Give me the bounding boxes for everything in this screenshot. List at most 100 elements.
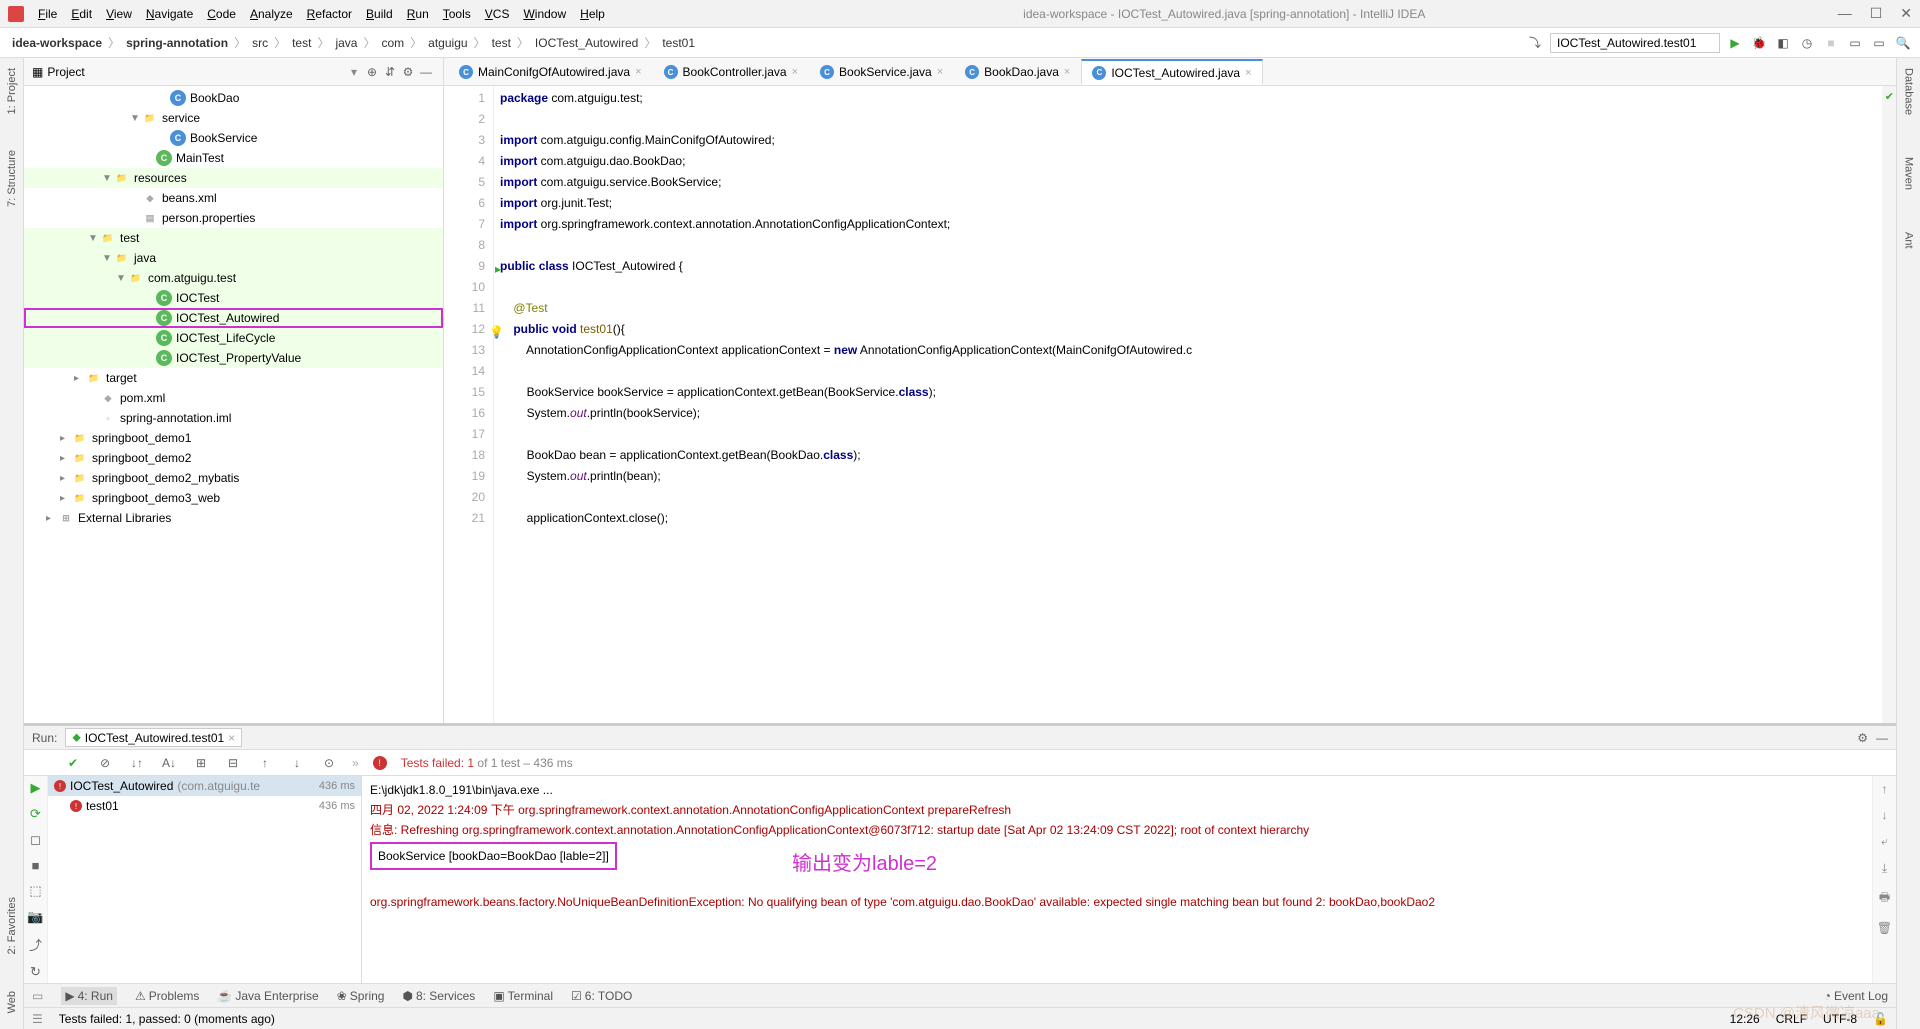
project-title[interactable]: Project (47, 65, 351, 79)
stop-icon[interactable]: ■ (1822, 34, 1840, 52)
tree-item[interactable]: ▼📁java (24, 248, 443, 268)
tool-project[interactable]: 1: Project (4, 62, 20, 120)
tree-item[interactable]: ▼📁com.atguigu.test (24, 268, 443, 288)
breadcrumb-item[interactable]: IOCTest_Autowired (531, 34, 642, 52)
show-ignored-icon[interactable]: ⊘ (96, 756, 114, 770)
toolwin-run[interactable]: ▶ 4: Run (61, 987, 117, 1005)
menu-file[interactable]: File (32, 5, 63, 23)
dump-icon[interactable]: ⬚ (29, 883, 41, 899)
editor-marker-bar[interactable]: ✔ (1882, 86, 1896, 723)
run-icon[interactable]: ▶ (1726, 34, 1744, 52)
rerun-failed-icon[interactable]: ⟳ (30, 806, 41, 822)
test-tree-row[interactable]: !IOCTest_Autowired (com.atguigu.te436 ms (48, 776, 361, 796)
tree-item[interactable]: CIOCTest (24, 288, 443, 308)
tool-structure[interactable]: 7: Structure (4, 144, 20, 213)
menu-view[interactable]: View (100, 5, 138, 23)
menu-edit[interactable]: Edit (65, 5, 98, 23)
tool-favorites[interactable]: 2: Favorites (4, 891, 20, 960)
tree-item[interactable]: CIOCTest_Autowired (24, 308, 443, 328)
tree-item[interactable]: ▸📁springboot_demo2_mybatis (24, 468, 443, 488)
file-encoding[interactable]: UTF-8 (1823, 1012, 1857, 1026)
down-stack-icon[interactable]: ↓ (1882, 808, 1888, 822)
tree-item[interactable]: CBookDao (24, 88, 443, 108)
tree-item[interactable]: ▸⊞External Libraries (24, 508, 443, 528)
minimize-icon[interactable]: — (1838, 5, 1852, 22)
debug-icon[interactable]: 🐞 (1750, 34, 1768, 52)
tree-item[interactable]: CIOCTest_PropertyValue (24, 348, 443, 368)
menu-refactor[interactable]: Refactor (301, 5, 358, 23)
menu-tools[interactable]: Tools (437, 5, 477, 23)
menu-window[interactable]: Window (517, 5, 572, 23)
editor-body[interactable]: 123456789▸101112💡131415161718192021 pack… (444, 86, 1896, 723)
menu-run[interactable]: Run (401, 5, 435, 23)
maximize-icon[interactable]: ☐ (1870, 5, 1883, 22)
tree-item[interactable]: ▫spring-annotation.iml (24, 408, 443, 428)
toolwin-terminal[interactable]: ▣ Terminal (493, 989, 553, 1003)
profile-icon[interactable]: ◷ (1798, 34, 1816, 52)
toolwin-javaee[interactable]: ☕ Java Enterprise (217, 989, 318, 1003)
rerun-icon[interactable]: ▶ (31, 780, 41, 796)
toolwin-services[interactable]: ⬢ 8: Services (402, 989, 475, 1003)
menu-vcs[interactable]: VCS (479, 5, 516, 23)
hide-icon[interactable]: — (417, 65, 435, 79)
toggle-auto-icon[interactable]: ◻ (30, 832, 41, 848)
tree-item[interactable]: ▤person.properties (24, 208, 443, 228)
tree-item[interactable]: ▸📁springboot_demo3_web (24, 488, 443, 508)
close-run-tab-icon[interactable]: × (228, 731, 235, 745)
test-tree-row[interactable]: !test01436 ms (48, 796, 361, 816)
tree-item[interactable]: CIOCTest_LifeCycle (24, 328, 443, 348)
tool-web[interactable]: Web (4, 985, 20, 1019)
pin-icon[interactable]: 📷 (27, 909, 43, 925)
soft-wrap-icon[interactable]: ⤶ (1881, 834, 1888, 849)
breadcrumb-item[interactable]: com (377, 34, 408, 52)
editor-tab[interactable]: CIOCTest_Autowired.java× (1081, 59, 1262, 85)
toolwin-problems[interactable]: ⚠ Problems (135, 989, 199, 1003)
scroll-end-icon[interactable]: ⤓ (1882, 861, 1887, 876)
tree-item[interactable]: CBookService (24, 128, 443, 148)
sort-icon[interactable]: ↓↑ (128, 756, 146, 770)
toolwin-eventlog[interactable]: ◔ Event Log (1824, 989, 1888, 1003)
project-view-icon[interactable]: ▦ (32, 65, 43, 79)
tree-item[interactable]: ▸📁target (24, 368, 443, 388)
tree-item[interactable]: ▼📁resources (24, 168, 443, 188)
locate-icon[interactable]: ⊕ (363, 65, 381, 79)
menu-analyze[interactable]: Analyze (244, 5, 299, 23)
close-tab-icon[interactable]: × (792, 66, 798, 78)
breadcrumb-item[interactable]: atguigu (424, 34, 471, 52)
breadcrumb-item[interactable]: test01 (658, 34, 699, 52)
editor-tab[interactable]: CBookController.java× (653, 59, 810, 85)
breadcrumb-item[interactable]: spring-annotation (122, 34, 232, 52)
tree-item[interactable]: ◆beans.xml (24, 188, 443, 208)
line-separator[interactable]: CRLF (1776, 1012, 1807, 1026)
lock-icon[interactable]: 🔓 (1873, 1012, 1888, 1026)
watch-icon[interactable]: ⊙ (320, 756, 338, 770)
next-icon[interactable]: ↓ (288, 756, 306, 770)
build-icon[interactable]: ⤵ (1526, 34, 1544, 52)
close-tab-icon[interactable]: × (1064, 66, 1070, 78)
tree-item[interactable]: ▸📁springboot_demo1 (24, 428, 443, 448)
tree-item[interactable]: ▸📁springboot_demo2 (24, 448, 443, 468)
toolwin-spring[interactable]: ❀ Spring (337, 989, 385, 1003)
project-dropdown-icon[interactable]: ▾ (351, 65, 357, 79)
tree-item[interactable]: ▼📁test (24, 228, 443, 248)
up-stack-icon[interactable]: ↑ (1882, 782, 1888, 796)
editor-tab[interactable]: CBookDao.java× (954, 59, 1081, 85)
clear-icon[interactable]: 🗑 (1877, 921, 1892, 935)
coverage-icon[interactable]: ◧ (1774, 34, 1792, 52)
run-settings-icon[interactable]: ⚙ (1857, 731, 1868, 745)
tree-item[interactable]: ◆pom.xml (24, 388, 443, 408)
history-icon[interactable]: ↻ (30, 964, 41, 980)
tool-database[interactable]: Database (1901, 62, 1917, 121)
structure-icon[interactable]: ▭ (1846, 34, 1864, 52)
print-icon[interactable]: 🖶 (1879, 888, 1890, 909)
breadcrumb-item[interactable]: src (248, 34, 272, 52)
breadcrumb-item[interactable]: test (488, 34, 515, 52)
collapse-all-icon[interactable]: ⊟ (224, 756, 242, 770)
menu-build[interactable]: Build (360, 5, 399, 23)
tool-maven[interactable]: Maven (1901, 151, 1917, 196)
collapse-icon[interactable]: ⇵ (381, 65, 399, 79)
tree-item[interactable]: ▼📁service (24, 108, 443, 128)
toolwin-todo[interactable]: ☑ 6: TODO (571, 989, 632, 1003)
prev-icon[interactable]: ↑ (256, 756, 274, 770)
console-output[interactable]: E:\jdk\jdk1.8.0_191\bin\java.exe ...四月 0… (362, 776, 1872, 983)
